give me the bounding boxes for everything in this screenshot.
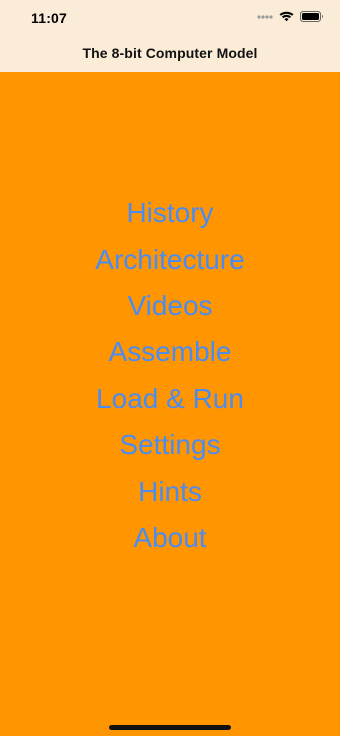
menu-item-hints[interactable]: Hints [0, 468, 340, 514]
menu-item-history[interactable]: History [0, 190, 340, 236]
menu-item-load-run[interactable]: Load & Run [0, 376, 340, 422]
navigation-title: The 8-bit Computer Model [82, 45, 258, 61]
menu-item-assemble[interactable]: Assemble [0, 329, 340, 375]
menu-item-architecture[interactable]: Architecture [0, 236, 340, 282]
menu-item-videos[interactable]: Videos [0, 283, 340, 329]
home-indicator[interactable] [109, 725, 231, 730]
menu-item-settings[interactable]: Settings [0, 422, 340, 468]
status-time: 11:07 [31, 10, 68, 26]
app-screen: 11:07 The 8-bit Computer Model History A… [0, 0, 340, 736]
menu-item-about[interactable]: About [0, 515, 340, 561]
battery-icon [300, 11, 323, 22]
main-menu: History Architecture Videos Assemble Loa… [0, 190, 340, 561]
status-bar: 11:07 [0, 0, 340, 36]
wifi-icon [279, 11, 294, 22]
status-icons [257, 11, 324, 22]
top-bar: 11:07 The 8-bit Computer Model [0, 0, 340, 72]
signal-icon [257, 14, 273, 19]
